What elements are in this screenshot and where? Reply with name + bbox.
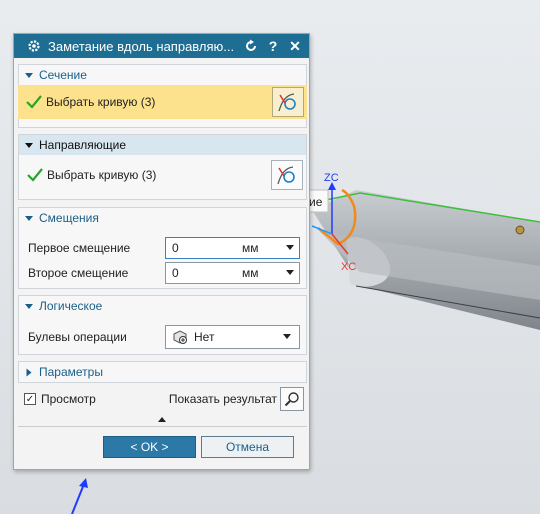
boolean-op-label: Булевы операции [28, 329, 127, 344]
group-boolean-header[interactable]: Логическое [19, 296, 306, 316]
show-result-button[interactable] [280, 387, 304, 411]
first-offset-row: Первое смещение 0 мм [19, 235, 306, 260]
boolean-op-row: Булевы операции Нет [19, 324, 306, 349]
collapse-triangle-icon [25, 215, 33, 221]
first-offset-field[interactable]: 0 мм [165, 236, 300, 259]
tooltip-text: ие [309, 195, 323, 209]
zc-axis-label: ZC [324, 172, 339, 184]
chevron-down-icon[interactable] [286, 270, 294, 275]
group-section: Сечение Выбрать кривую (3) [18, 64, 307, 128]
sweep-along-guide-dialog: Заметание вдоль направляю... ? ✕ Сечение… [13, 33, 310, 470]
collapse-triangle-icon [25, 72, 33, 78]
group-boolean: Логическое Булевы операции Нет [18, 295, 307, 355]
wcs-axis-arrow [79, 478, 88, 488]
guides-select-curve-row[interactable]: Выбрать кривую (3) [19, 155, 306, 195]
cancel-button[interactable]: Отмена [201, 436, 294, 458]
preview-label: Просмотр [41, 392, 96, 406]
close-icon[interactable]: ✕ [287, 38, 303, 54]
group-guides-title: Направляющие [39, 138, 127, 152]
first-offset-value[interactable]: 0 [172, 241, 242, 255]
group-offsets: Смещения Первое смещение 0 мм Второе сме… [18, 207, 307, 289]
preview-checkbox[interactable]: ✓ [24, 393, 36, 405]
section-select-curve-row[interactable]: Выбрать кривую (3) [18, 85, 307, 119]
collapse-triangle-icon [25, 142, 33, 148]
xc-axis-label: XC [341, 261, 356, 273]
group-offsets-title: Смещения [39, 211, 99, 225]
checkmark-icon [26, 95, 42, 109]
group-params-title: Параметры [39, 365, 103, 379]
group-section-title: Сечение [39, 68, 87, 82]
group-guides-header[interactable]: Направляющие [19, 135, 306, 155]
chevron-down-icon[interactable] [286, 245, 294, 250]
second-offset-unit[interactable]: мм [242, 266, 282, 280]
group-section-header[interactable]: Сечение [19, 65, 306, 85]
section-select-curve-label: Выбрать кривую (3) [46, 95, 156, 109]
preview-row: ✓ Просмотр Показать результат [24, 386, 304, 412]
group-offsets-header[interactable]: Смещения [19, 208, 306, 228]
dialog-title: Заметание вдоль направляю... [48, 38, 235, 54]
second-offset-row: Второе смещение 0 мм [19, 260, 306, 285]
gear-icon[interactable] [26, 38, 42, 54]
second-offset-label: Второе смещение [28, 265, 129, 280]
second-offset-value[interactable]: 0 [172, 266, 242, 280]
collapse-triangle-icon [25, 303, 33, 309]
curve-select-icon [278, 93, 296, 112]
show-result-label: Показать результат [168, 392, 277, 406]
chevron-down-icon[interactable] [283, 334, 291, 339]
boolean-none-icon [173, 329, 187, 344]
group-boolean-title: Логическое [39, 299, 103, 313]
select-curve-button[interactable] [272, 87, 304, 117]
select-guide-curve-button[interactable] [271, 160, 303, 190]
divider [18, 426, 307, 427]
magnifier-icon [284, 392, 299, 407]
expand-more-icon[interactable] [158, 417, 166, 422]
dialog-titlebar[interactable]: Заметание вдоль направляю... ? ✕ [14, 34, 309, 58]
boolean-op-select[interactable]: Нет [165, 324, 300, 349]
second-offset-field[interactable]: 0 мм [165, 261, 300, 284]
wcs-axis [71, 483, 85, 514]
guide-endpoint [515, 225, 525, 235]
group-guides: Направляющие Выбрать кривую (3) [18, 134, 307, 200]
first-offset-label: Первое смещение [28, 240, 131, 255]
collapse-triangle-icon [26, 368, 32, 376]
help-icon[interactable]: ? [265, 38, 281, 54]
group-params: Параметры [18, 361, 307, 383]
reset-icon[interactable] [243, 38, 259, 54]
group-params-header[interactable]: Параметры [19, 362, 306, 382]
first-offset-unit[interactable]: мм [242, 241, 282, 255]
checkmark-icon [27, 168, 43, 182]
guides-select-curve-label: Выбрать кривую (3) [47, 168, 157, 182]
boolean-op-value: Нет [194, 329, 215, 344]
curve-select-icon [277, 166, 295, 185]
ok-button[interactable]: < OK > [103, 436, 196, 458]
